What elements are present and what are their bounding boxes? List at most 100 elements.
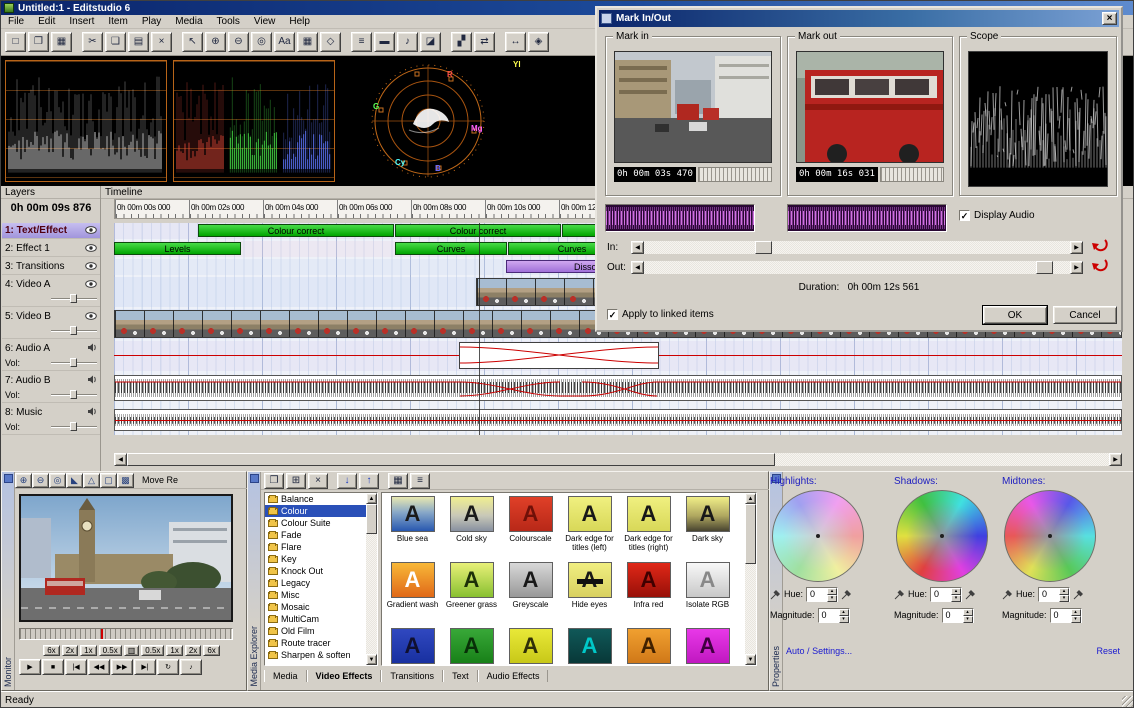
copy-button[interactable]: ❏ — [105, 32, 126, 52]
layer-row[interactable]: 2: Effect 1 — [2, 241, 100, 257]
media-tab[interactable]: Text — [443, 670, 478, 682]
new-folder-button[interactable]: ⊞ — [286, 473, 306, 489]
menu-item[interactable]: Tools — [210, 16, 247, 27]
effect-item[interactable]: A — [442, 626, 501, 666]
speed-button[interactable]: 0.5x — [99, 645, 122, 656]
effect-item[interactable]: A Blue sea — [383, 494, 442, 560]
timeline-horizontal-scrollbar[interactable]: ◀ ▶ — [114, 453, 1122, 466]
spin-down-icon[interactable]: ▾ — [1059, 595, 1069, 602]
spin-down-icon[interactable]: ▾ — [1071, 616, 1081, 623]
visibility-eye-icon[interactable] — [85, 261, 97, 273]
spin-up-icon[interactable]: ▴ — [963, 609, 973, 616]
scrollbar-thumb[interactable] — [366, 504, 377, 534]
visibility-eye-icon[interactable] — [85, 311, 97, 323]
split-clip-button[interactable]: ▞ — [451, 32, 472, 52]
scroll-right-icon[interactable]: ▶ — [1070, 241, 1083, 254]
magnitude-spinbox[interactable]: 0 ▴▾ — [818, 608, 850, 623]
delete-media-button[interactable]: × — [308, 473, 328, 489]
effect-clip[interactable]: Colour correct — [395, 224, 561, 237]
media-tab[interactable]: Transitions — [381, 670, 443, 682]
speed-button[interactable]: 6x — [43, 645, 59, 656]
out-slider-thumb[interactable] — [1036, 261, 1053, 274]
folder-item[interactable]: Key — [265, 553, 366, 565]
folder-item[interactable]: Misc — [265, 589, 366, 601]
scrollbar-track[interactable] — [127, 453, 1109, 466]
options-button[interactable]: ◈ — [528, 32, 549, 52]
monitor-mode-label[interactable]: Move Re — [142, 475, 178, 485]
in-slider[interactable]: ◀ ▶ — [631, 241, 1083, 254]
scrub-bar[interactable] — [19, 628, 233, 640]
marker-button[interactable]: ◇ — [320, 32, 341, 52]
color-wheel[interactable] — [1004, 490, 1096, 582]
paste-button[interactable]: ▤ — [128, 32, 149, 52]
tree-scrollbar[interactable]: ▲ ▼ — [366, 493, 377, 665]
folder-item[interactable]: Old Film — [265, 625, 366, 637]
eyedropper-icon[interactable] — [770, 589, 781, 600]
cancel-button[interactable]: Cancel — [1053, 306, 1117, 324]
level-slider[interactable] — [51, 389, 97, 400]
level-slider[interactable] — [51, 293, 97, 304]
new-button[interactable]: □ — [5, 32, 26, 52]
music-waveform-strip[interactable] — [114, 409, 1122, 431]
go-start-button[interactable]: |◀ — [65, 659, 87, 675]
music-level-line[interactable] — [115, 420, 1121, 421]
effect-item[interactable]: A — [678, 626, 737, 666]
hue-spinbox[interactable]: 0 ▴▾ — [930, 587, 962, 602]
scrollbar-thumb[interactable] — [127, 453, 775, 466]
speed-button[interactable]: 1x — [166, 645, 182, 656]
folder-item[interactable]: Mosaic — [265, 601, 366, 613]
layer-row[interactable]: 7: Audio B Vol: — [2, 373, 100, 403]
scroll-up-icon[interactable]: ▲ — [745, 493, 756, 504]
zoom-fit-button[interactable]: ◎ — [251, 32, 272, 52]
scrollbar-thumb[interactable] — [745, 504, 756, 564]
scroll-left-icon[interactable]: ◀ — [631, 241, 644, 254]
text-tool-button[interactable]: Aa — [274, 32, 295, 52]
save-button[interactable]: ▦ — [51, 32, 72, 52]
level-slider[interactable] — [51, 325, 97, 336]
effect-item[interactable]: A — [501, 626, 560, 666]
slider-thumb[interactable] — [70, 422, 77, 431]
folder-item[interactable]: Colour Suite — [265, 517, 366, 529]
grid-button[interactable]: ▦ — [297, 32, 318, 52]
playhead[interactable] — [479, 223, 480, 435]
hue-spinbox[interactable]: 0 ▴▾ — [1038, 587, 1070, 602]
monitor-zoom-out-button[interactable]: ⊖ — [32, 473, 49, 488]
mask-bezier-button[interactable]: ◣ — [66, 473, 83, 488]
play-button[interactable]: ▶ — [19, 659, 41, 675]
speed-button[interactable]: 6x — [203, 645, 219, 656]
color-wheel[interactable] — [896, 490, 988, 582]
eyedropper-icon[interactable] — [1002, 589, 1013, 600]
slider-track[interactable] — [644, 261, 1070, 274]
loop-button[interactable]: ↻ — [157, 659, 179, 675]
scroll-down-icon[interactable]: ▼ — [745, 654, 756, 665]
speaker-icon[interactable] — [87, 407, 97, 419]
cut-button[interactable]: ✂ — [82, 32, 103, 52]
go-end-button[interactable]: ▶| — [134, 659, 156, 675]
speed-button[interactable]: 0.5x — [141, 645, 164, 656]
apply-linked-checkbox[interactable]: ✓ — [607, 309, 618, 320]
layer-row[interactable]: 5: Video B — [2, 309, 100, 339]
visibility-eye-icon[interactable] — [85, 279, 97, 291]
spin-up-icon[interactable]: ▴ — [827, 588, 837, 595]
effect-clip[interactable]: Colour correct — [198, 224, 394, 237]
menu-item[interactable]: File — [1, 16, 31, 27]
scroll-up-icon[interactable]: ▲ — [366, 493, 377, 504]
menu-item[interactable]: Edit — [31, 16, 62, 27]
scroll-down-icon[interactable]: ▼ — [366, 654, 377, 665]
effect-item[interactable]: A — [619, 626, 678, 666]
menu-item[interactable]: Help — [282, 16, 317, 27]
zoom-in-button[interactable]: ⊕ — [205, 32, 226, 52]
add-to-timeline-button[interactable]: ↓ — [337, 473, 357, 489]
scroll-left-icon[interactable]: ◀ — [631, 261, 644, 274]
effect-item[interactable]: A Infra red — [619, 560, 678, 626]
menu-item[interactable]: Item — [101, 16, 134, 27]
effect-item[interactable]: A Isolate RGB — [678, 560, 737, 626]
mask-triangle-button[interactable]: △ — [83, 473, 100, 488]
level-slider[interactable] — [51, 357, 97, 368]
folder-item[interactable]: MultiCam — [265, 613, 366, 625]
step-back-button[interactable]: ◀◀ — [88, 659, 110, 675]
in-loop-icon[interactable] — [1091, 238, 1109, 253]
volume-button[interactable]: ♪ — [180, 659, 202, 675]
visibility-eye-icon[interactable] — [85, 243, 97, 255]
resize-grip[interactable] — [1122, 696, 1134, 708]
